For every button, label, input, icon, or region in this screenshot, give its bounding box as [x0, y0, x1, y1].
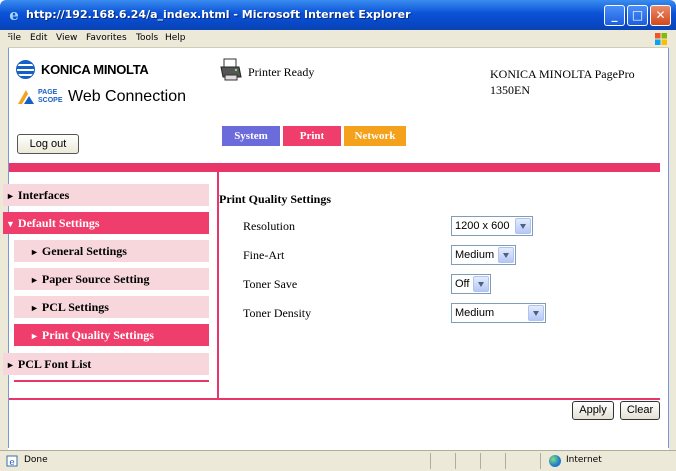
printer-status-text: Printer Ready: [248, 65, 315, 79]
minimize-button[interactable]: _: [604, 5, 625, 26]
maximize-button[interactable]: □: [627, 5, 648, 26]
fine-art-value: Medium: [455, 249, 495, 261]
nav-general-settings[interactable]: ► General Settings: [14, 240, 209, 262]
window-frame-right: [669, 30, 676, 471]
svg-text:e: e: [9, 458, 14, 467]
status-text: Done: [24, 455, 48, 465]
status-separator: [505, 453, 506, 469]
resolution-select[interactable]: 1200 x 600: [451, 216, 533, 236]
arrow-right-icon: ►: [6, 191, 15, 201]
menu-file[interactable]: File: [6, 33, 21, 43]
chevron-down-icon[interactable]: [473, 276, 489, 292]
resolution-label: Resolution: [243, 219, 296, 233]
title-bar: e http://192.168.6.24/a_index.html - Mic…: [0, 0, 676, 30]
nav-default-settings[interactable]: ▼ Default Settings: [3, 212, 209, 234]
status-separator: [430, 453, 431, 469]
clear-button[interactable]: Clear: [620, 401, 660, 420]
arrow-right-icon: ►: [30, 331, 39, 341]
chevron-down-icon[interactable]: [498, 247, 514, 263]
arrow-right-icon: ►: [30, 275, 39, 285]
footer-divider: [9, 398, 660, 400]
section-title: Print Quality Settings: [219, 192, 332, 206]
toner-density-select[interactable]: Medium: [451, 303, 546, 323]
pagescope-mark-icon: [18, 90, 34, 104]
chevron-down-icon[interactable]: [528, 305, 544, 321]
zone-text: Internet: [566, 455, 602, 465]
printer-icon: [220, 58, 242, 81]
pagescope-brand: PAGE SCOPE: [38, 89, 63, 104]
arrow-down-icon: ▼: [6, 219, 15, 229]
konica-globe-icon: [16, 60, 35, 79]
resolution-value: 1200 x 600: [455, 220, 510, 232]
nav-item-label: General Settings: [41, 244, 127, 258]
konica-logo-text: KONICA MINOLTA: [41, 62, 149, 77]
nav-item-label: PCL Font List: [17, 357, 92, 371]
internet-zone-icon: [549, 455, 561, 467]
toner-density-label: Toner Density: [243, 306, 312, 320]
status-separator: [540, 453, 541, 469]
nav-item-label: Default Settings: [17, 216, 100, 230]
internet-explorer-icon: e: [9, 6, 19, 24]
printer-model-line1: KONICA MINOLTA PagePro: [490, 67, 635, 81]
fine-art-label: Fine-Art: [243, 248, 285, 262]
arrow-right-icon: ►: [6, 360, 15, 370]
menu-view[interactable]: View: [56, 33, 77, 43]
nav-item-label: PCL Settings: [41, 300, 109, 314]
windows-logo-icon: [655, 33, 667, 45]
window-frame-left: [0, 30, 8, 471]
nav-interfaces[interactable]: ► Interfaces: [3, 184, 209, 206]
printer-model-line2: 1350EN: [490, 83, 530, 97]
chevron-down-icon[interactable]: [515, 218, 531, 234]
menu-tools[interactable]: Tools: [136, 33, 158, 43]
nav-item-label: Paper Source Setting: [41, 272, 150, 286]
menu-edit[interactable]: Edit: [30, 33, 47, 43]
toner-save-label: Toner Save: [243, 277, 298, 291]
logout-button[interactable]: Log out: [17, 134, 79, 154]
header-divider: [9, 163, 660, 172]
status-separator: [455, 453, 456, 469]
arrow-right-icon: ►: [30, 303, 39, 313]
toner-density-value: Medium: [455, 307, 495, 319]
menu-favorites[interactable]: Favorites: [86, 33, 127, 43]
arrow-right-icon: ►: [30, 247, 39, 257]
status-separator: [480, 453, 481, 469]
nav-pcl-settings[interactable]: ► PCL Settings: [14, 296, 209, 318]
menu-help[interactable]: Help: [165, 33, 186, 43]
nav-divider: [14, 380, 209, 382]
toner-save-select[interactable]: Off: [451, 274, 491, 294]
tab-print[interactable]: Print: [283, 126, 341, 146]
menu-bar: File Edit View Favorites Tools Help: [0, 30, 676, 48]
close-button[interactable]: ✕: [650, 5, 671, 26]
printer-model: KONICA MINOLTA PagePro 1350EN: [490, 66, 635, 98]
toner-save-value: Off: [455, 278, 470, 290]
nav-item-label: Print Quality Settings: [41, 328, 154, 342]
web-connection-title: Web Connection: [68, 88, 186, 105]
nav-pcl-font-list[interactable]: ► PCL Font List: [3, 353, 209, 375]
apply-button[interactable]: Apply: [572, 401, 614, 420]
page-done-icon: e: [6, 455, 18, 467]
tab-network[interactable]: Network: [344, 126, 406, 146]
nav-item-label: Interfaces: [17, 188, 70, 202]
nav-paper-source-setting[interactable]: ► Paper Source Setting: [14, 268, 209, 290]
fine-art-select[interactable]: Medium: [451, 245, 516, 265]
status-bar: e Done Internet: [0, 450, 676, 471]
tab-system[interactable]: System: [222, 126, 280, 146]
window-title: http://192.168.6.24/a_index.html - Micro…: [26, 8, 411, 21]
nav-print-quality-settings[interactable]: ► Print Quality Settings: [14, 324, 209, 346]
